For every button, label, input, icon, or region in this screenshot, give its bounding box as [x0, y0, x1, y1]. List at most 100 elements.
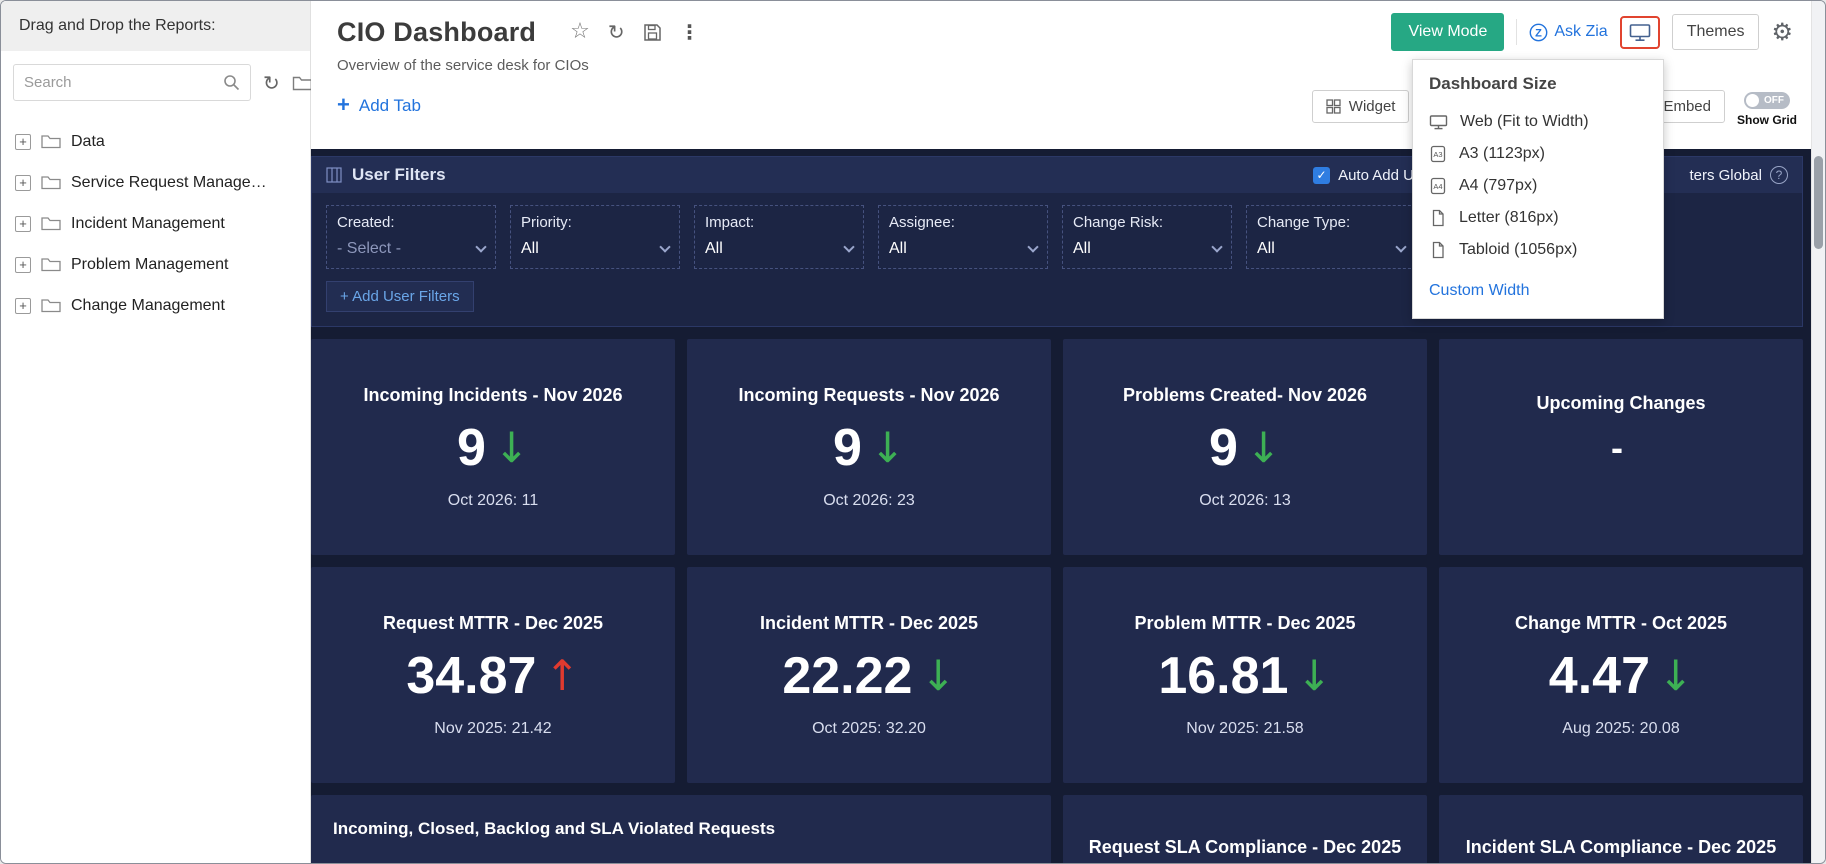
- menu-item-label: A4 (797px): [1459, 177, 1538, 194]
- tabloid-page-icon: [1429, 241, 1447, 259]
- add-user-filters-button[interactable]: + Add User Filters: [326, 281, 474, 312]
- dashboard-size-button[interactable]: [1619, 15, 1660, 49]
- trend-arrow-icon: ↓: [1245, 422, 1282, 472]
- custom-width-link[interactable]: Custom Width: [1413, 266, 1663, 300]
- kpi-compare: Oct 2025: 32.20: [812, 719, 926, 737]
- toggle-state-label: OFF: [1764, 95, 1784, 106]
- tree-item-change-management[interactable]: Change Management: [15, 285, 310, 326]
- kpi-compare: Oct 2026: 11: [447, 491, 539, 509]
- expand-icon[interactable]: [15, 297, 31, 314]
- divider: [1516, 19, 1518, 45]
- kpi-card-problems-created: Problems Created- Nov 2026 9 ↓ Oct 2026:…: [1063, 339, 1427, 555]
- dashboard-size-menu: Dashboard Size Web (Fit to Width) A3 A3 …: [1412, 59, 1664, 319]
- chevron-down-icon: [1027, 241, 1039, 253]
- kpi-value: 9: [832, 418, 862, 477]
- folder-icon[interactable]: [292, 75, 313, 91]
- filter-value: All: [889, 240, 907, 257]
- filter-priority[interactable]: Priority: All: [510, 205, 680, 269]
- filter-created[interactable]: Created: - Select -: [326, 205, 496, 269]
- zia-icon: Z: [1529, 23, 1548, 42]
- kpi-value: 22.22: [782, 646, 913, 705]
- expand-icon[interactable]: [15, 174, 31, 191]
- app-window: Drag and Drop the Reports: Search ↻ + Da…: [0, 0, 1826, 864]
- tree-item-problem-management[interactable]: Problem Management: [15, 244, 310, 285]
- kpi-title: Incoming Incidents - Nov 2026: [363, 384, 623, 405]
- scrollbar-thumb[interactable]: [1814, 156, 1823, 249]
- filter-change-risk[interactable]: Change Risk: All: [1062, 205, 1232, 269]
- scrollbar-track[interactable]: [1811, 1, 1825, 863]
- kpi-compare: Oct 2026: 13: [1199, 491, 1291, 509]
- show-grid-toggle[interactable]: OFF: [1744, 92, 1790, 109]
- tree-item-incident-management[interactable]: Incident Management: [15, 203, 310, 244]
- themes-button[interactable]: Themes: [1671, 14, 1760, 50]
- a4-page-icon: A4: [1429, 177, 1447, 195]
- auto-add-checkbox[interactable]: [1313, 166, 1331, 184]
- ask-zia-button[interactable]: Z Ask Zia: [1529, 23, 1608, 42]
- letter-page-icon: [1429, 209, 1447, 227]
- chevron-down-icon: [659, 241, 671, 253]
- trend-arrow-icon: ↓: [1296, 650, 1332, 700]
- filter-assignee[interactable]: Assignee: All: [878, 205, 1048, 269]
- search-box[interactable]: [13, 64, 251, 101]
- menu-item-label: Web (Fit to Width): [1460, 113, 1589, 130]
- chevron-down-icon: [475, 241, 487, 253]
- kpi-title: Change MTTR - Oct 2025: [1514, 612, 1728, 633]
- kpi-title: Upcoming Changes: [1536, 392, 1706, 413]
- expand-icon[interactable]: [15, 256, 31, 273]
- folder-icon: [41, 257, 61, 272]
- kpi-title: Problem MTTR - Dec 2025: [1134, 612, 1356, 633]
- tree-item-service-request-management[interactable]: Service Request Manage…: [15, 162, 310, 203]
- kpi-compare: Oct 2026: 23: [823, 491, 915, 509]
- filter-impact[interactable]: Impact: All: [694, 205, 864, 269]
- folder-icon: [41, 175, 61, 190]
- view-mode-button[interactable]: View Mode: [1391, 13, 1505, 51]
- kpi-card-incident-mttr: Incident MTTR - Dec 2025 22.22 ↓ Oct 202…: [687, 567, 1051, 783]
- refresh-reports-icon[interactable]: [263, 73, 280, 93]
- search-input[interactable]: [24, 74, 223, 91]
- expand-icon[interactable]: [15, 215, 31, 232]
- filter-value: All: [1073, 240, 1091, 257]
- dashboard-size-title: Dashboard Size: [1429, 74, 1557, 93]
- favorite-star-icon[interactable]: [570, 21, 590, 43]
- save-icon[interactable]: [643, 23, 662, 42]
- folder-icon: [41, 134, 61, 149]
- add-tab-button[interactable]: Add Tab: [337, 94, 421, 117]
- widget-grid-icon: [1326, 99, 1341, 114]
- kpi-card-change-mttr: Change MTTR - Oct 2025 4.47 ↓ Aug 2025: …: [1439, 567, 1803, 783]
- sidebar-header: Drag and Drop the Reports:: [1, 1, 310, 51]
- kpi-card-incoming-incidents: Incoming Incidents - Nov 2026 9 ↓ Oct 20…: [311, 339, 675, 555]
- search-icon: [223, 74, 240, 91]
- filter-value: All: [521, 240, 539, 257]
- filter-change-type[interactable]: Change Type: All: [1246, 205, 1416, 269]
- filter-label: Created:: [337, 214, 395, 231]
- sidebar-search-row: [1, 51, 313, 109]
- reload-icon[interactable]: [608, 22, 625, 42]
- menu-item-a3[interactable]: A3 A3 (1123px): [1413, 138, 1663, 170]
- menu-item-web-fit-to-width[interactable]: Web (Fit to Width): [1413, 106, 1663, 138]
- kpi-title: Request SLA Compliance - Dec 2025: [1088, 837, 1402, 857]
- settings-gear-icon[interactable]: [1771, 20, 1793, 44]
- menu-item-letter[interactable]: Letter (816px): [1413, 202, 1663, 234]
- filter-label: Impact:: [705, 214, 755, 231]
- filter-label: Change Type:: [1257, 214, 1351, 231]
- kpi-card-incident-sla: Incident SLA Compliance - Dec 2025: [1439, 795, 1803, 863]
- kpi-card-upcoming-changes: Upcoming Changes -: [1439, 339, 1803, 555]
- tree-item-label: Service Request Manage…: [71, 173, 267, 191]
- kpi-value: 34.87: [406, 646, 537, 705]
- tree-item-data[interactable]: Data: [15, 121, 310, 162]
- widget-button[interactable]: Widget: [1311, 90, 1410, 123]
- expand-icon[interactable]: [15, 133, 31, 150]
- help-icon[interactable]: [1770, 166, 1788, 184]
- menu-item-a4[interactable]: A4 A4 (797px): [1413, 170, 1663, 202]
- ask-zia-label: Ask Zia: [1554, 23, 1608, 40]
- trend-arrow-icon: ↓: [869, 422, 906, 472]
- trend-arrow-icon: ↓: [920, 650, 956, 700]
- filter-value: All: [705, 240, 723, 257]
- menu-item-tabloid[interactable]: Tabloid (1056px): [1413, 234, 1663, 266]
- more-options-icon[interactable]: [680, 22, 700, 42]
- kpi-grid-row-2: Request MTTR - Dec 2025 34.87 ↑ Nov 2025…: [311, 567, 1803, 783]
- trend-arrow-icon: ↓: [1658, 650, 1694, 700]
- kpi-compare: Aug 2025: 20.08: [1562, 719, 1680, 737]
- kpi-compare: Nov 2025: 21.58: [1186, 719, 1304, 737]
- kpi-compare: Nov 2025: 21.42: [434, 719, 552, 737]
